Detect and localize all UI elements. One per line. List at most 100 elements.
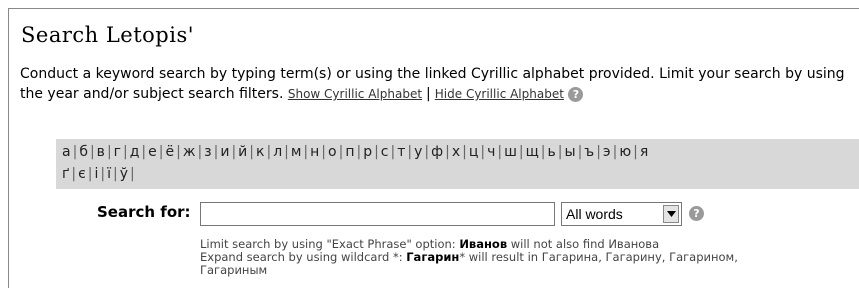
alphabet-letter-link[interactable]: л (273, 144, 282, 160)
hint-example-term: Иванов (459, 237, 508, 251)
hint-text: * will result in Гагарина, Гагарину, Гаг… (459, 250, 738, 264)
hint-text: Expand search by using wildcard *: (200, 250, 407, 264)
alphabet-letter-link[interactable]: ь (548, 144, 556, 160)
search-for-label: Search for: (97, 203, 191, 221)
alphabet-separator: | (462, 144, 467, 160)
alphabet-separator: | (596, 144, 601, 160)
alphabet-row-extra: ґ | є | і | ї | ў | (62, 163, 854, 185)
alphabet-separator: | (518, 144, 524, 160)
alphabet-letter-link[interactable]: у (414, 144, 422, 160)
alphabet-letter-link[interactable]: т (397, 144, 405, 160)
alphabet-letter-link[interactable]: н (310, 144, 319, 160)
hint-example-term: Гагарин (406, 250, 460, 264)
alphabet-letter-link[interactable]: ф (431, 144, 443, 160)
alphabet-separator: | (72, 144, 78, 160)
hint-wildcard: Expand search by using wildcard *: Гагар… (200, 251, 859, 264)
alphabet-letter-link[interactable]: ч (487, 144, 495, 160)
alphabet-letter-link[interactable]: ю (619, 144, 631, 160)
alphabet-separator: | (87, 166, 93, 182)
alphabet-separator: | (158, 144, 164, 160)
alphabet-letter-link[interactable]: в (97, 144, 105, 160)
alphabet-separator: | (100, 166, 106, 182)
alphabet-separator: | (338, 144, 344, 160)
alphabet-letter-link[interactable]: ё (165, 144, 174, 160)
alphabet-separator: | (197, 144, 203, 160)
alphabet-separator: | (231, 144, 237, 160)
search-panel: Search Letopis' Conduct a keyword search… (8, 8, 859, 288)
alphabet-letter-link[interactable]: а (62, 144, 71, 160)
alphabet-separator: | (577, 144, 583, 160)
alphabet-separator: | (445, 144, 450, 160)
intro-description: Conduct a keyword search by typing term(… (20, 66, 845, 102)
alphabet-separator: | (557, 144, 563, 160)
alphabet-row-main: а | б | в | г | д | е | ё | ж | з | и | й | к | л | м | н | о | п | р | с | т |… (62, 141, 854, 163)
alphabet-letter-link[interactable]: и (220, 144, 229, 160)
alphabet-separator: | (612, 144, 618, 160)
alphabet-letter-link[interactable]: р (363, 144, 372, 160)
alphabet-letter-link[interactable]: ш (504, 144, 517, 160)
alphabet-separator: | (266, 144, 272, 160)
alphabet-separator: | (141, 144, 147, 160)
alphabet-separator: | (633, 144, 638, 160)
alphabet-separator: | (540, 144, 546, 160)
alphabet-letter-link[interactable]: д (130, 144, 140, 160)
alphabet-letter-link[interactable]: ў (120, 166, 128, 182)
search-help-icon[interactable]: ? (689, 206, 704, 221)
alphabet-letter-link[interactable]: г (114, 144, 121, 160)
alphabet-letter-link[interactable]: ы (565, 144, 576, 160)
alphabet-separator: | (106, 144, 112, 160)
alphabet-separator: | (112, 166, 118, 182)
alphabet-separator: | (249, 144, 254, 160)
alphabet-separator: | (356, 144, 362, 160)
alphabet-separator: | (213, 144, 219, 160)
alphabet-letter-link[interactable]: э (603, 144, 611, 160)
alphabet-separator: | (374, 144, 379, 160)
alphabet-letter-link[interactable]: є (78, 166, 86, 182)
alphabet-separator: | (390, 144, 396, 160)
alphabet-separator: | (424, 144, 430, 160)
alphabet-separator: | (284, 144, 289, 160)
alphabet-letter-link[interactable]: б (79, 144, 88, 160)
hint-text: will not also find Иванова (507, 237, 660, 251)
alphabet-letter-link[interactable]: й (238, 144, 247, 160)
search-hints: Limit search by using "Exact Phrase" opt… (200, 238, 859, 277)
alphabet-separator: | (407, 144, 413, 160)
search-mode-select[interactable]: All words (561, 202, 682, 226)
hint-text: Limit search by using "Exact Phrase" opt… (200, 237, 460, 251)
show-cyrillic-alphabet-link[interactable]: Show Cyrillic Alphabet (288, 87, 422, 101)
alphabet-letter-link[interactable]: м (291, 144, 302, 160)
alphabet-letter-link[interactable]: ж (183, 144, 196, 160)
alphabet-letter-link[interactable]: ї (107, 166, 111, 182)
alphabet-separator: | (321, 144, 327, 160)
alphabet-letter-link[interactable]: ц (469, 144, 479, 160)
alphabet-letter-link[interactable]: с (381, 144, 389, 160)
alphabet-letter-link[interactable]: к (256, 144, 264, 160)
link-separator: | (426, 86, 431, 102)
alphabet-letter-link[interactable]: щ (526, 144, 539, 160)
alphabet-letter-link[interactable]: з (204, 144, 211, 160)
help-icon[interactable]: ? (568, 86, 584, 102)
search-mode-selected-value: All words (566, 206, 623, 222)
intro-text: Conduct a keyword search by typing term(… (20, 64, 858, 104)
alphabet-separator: | (130, 166, 135, 182)
alphabet-letter-link[interactable]: ъ (584, 144, 594, 160)
alphabet-separator: | (176, 144, 181, 160)
alphabet-letter-link[interactable]: о (328, 144, 337, 160)
alphabet-letter-link[interactable]: х (452, 144, 460, 160)
alphabet-separator: | (480, 144, 486, 160)
alphabet-letter-link[interactable]: е (148, 144, 157, 160)
alphabet-separator: | (123, 144, 128, 160)
chevron-down-icon[interactable] (663, 205, 679, 223)
hide-cyrillic-alphabet-link[interactable]: Hide Cyrillic Alphabet (435, 87, 564, 101)
page-title: Search Letopis' (21, 23, 194, 47)
alphabet-letter-link[interactable]: і (94, 166, 98, 182)
search-input[interactable] (200, 202, 555, 226)
alphabet-letter-link[interactable]: п (345, 144, 354, 160)
alphabet-separator: | (89, 144, 95, 160)
cyrillic-alphabet: а | б | в | г | д | е | ё | ж | з | и | й | к | л | м | н | о | п | р | с | т |… (56, 139, 859, 189)
alphabet-separator: | (303, 144, 309, 160)
hint-wildcard-continued: Гагариным (200, 263, 268, 277)
alphabet-letter-link[interactable]: ґ (62, 166, 69, 182)
alphabet-letter-link[interactable]: я (640, 144, 648, 160)
alphabet-separator: | (71, 166, 77, 182)
